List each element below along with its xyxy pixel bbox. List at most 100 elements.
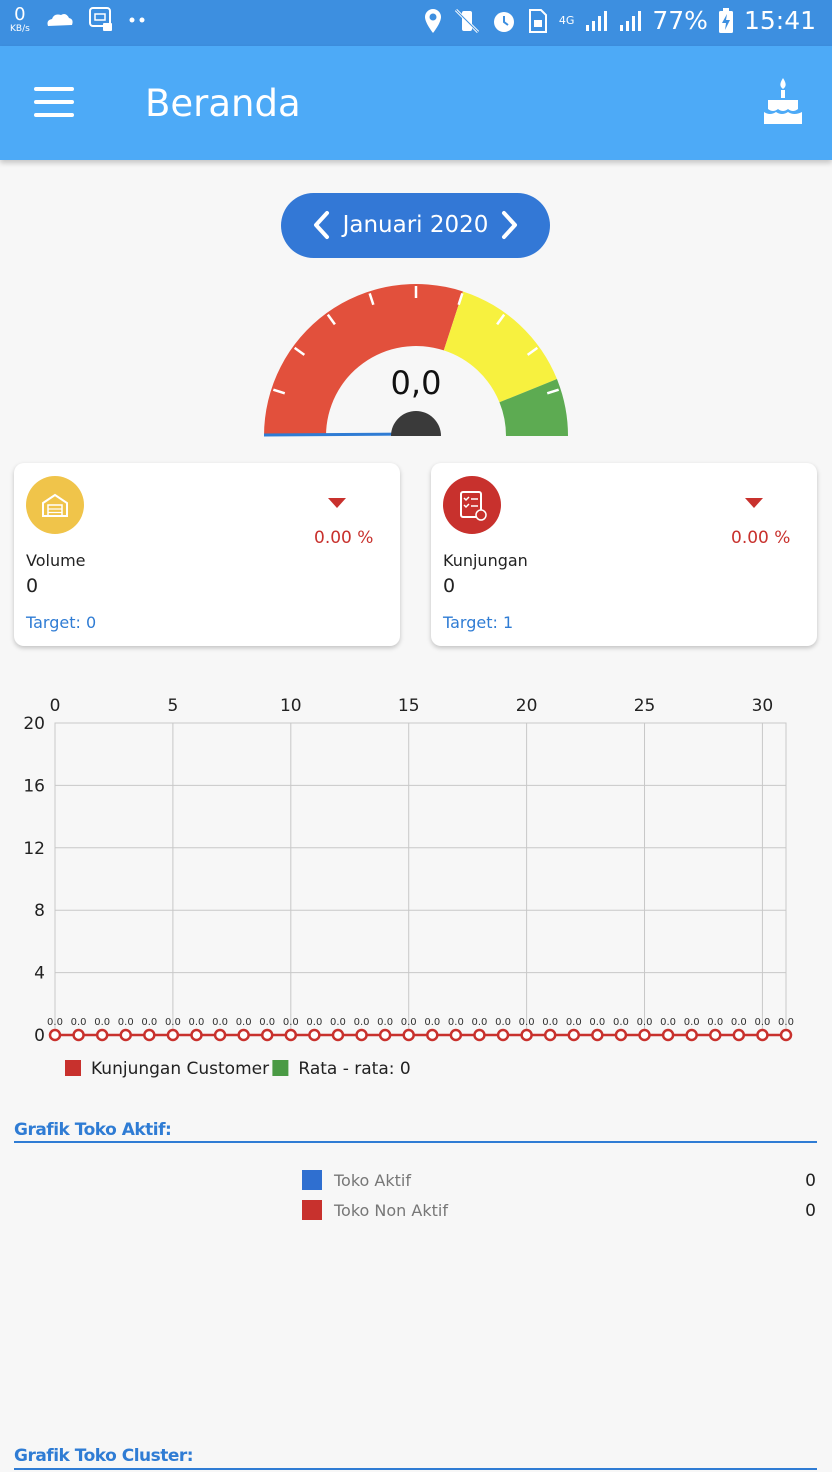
data-point <box>567 1028 581 1042</box>
volume-card[interactable]: 0.00 % Volume 0 Target: 0 <box>14 463 400 646</box>
weather-icon <box>47 14 73 26</box>
vibrate-mute-icon <box>454 8 479 33</box>
data-label: 0.0 <box>566 1017 582 1028</box>
data-point <box>685 1028 698 1042</box>
battery-percent: 77% <box>652 6 708 35</box>
data-label: 0.0 <box>448 1017 464 1028</box>
kunjungan-card[interactable]: 0.00 % Kunjungan 0 Target: 1 <box>431 463 817 646</box>
chevron-right-icon[interactable] <box>494 207 524 243</box>
battery-charging-icon <box>718 7 733 33</box>
legend-swatch <box>272 1060 289 1076</box>
y-tick-label: 8 <box>34 901 45 921</box>
volume-percent: 0.00 % <box>314 528 374 548</box>
data-point <box>355 1028 368 1042</box>
data-label: 0.0 <box>495 1017 511 1028</box>
data-point <box>520 1028 533 1042</box>
trend-down-icon <box>328 498 346 508</box>
legend-label: Rata - rata: 0 <box>298 1059 410 1079</box>
clock: 15:41 <box>743 6 816 35</box>
volume-value: 0 <box>26 575 39 597</box>
y-tick-label: 4 <box>34 964 45 984</box>
y-tick-label: 0 <box>34 1026 45 1046</box>
trend-down-icon <box>745 498 763 508</box>
data-label: 0.0 <box>141 1017 157 1028</box>
kunjungan-target: Target: 1 <box>443 613 514 632</box>
data-point <box>591 1028 604 1042</box>
data-label: 0.0 <box>519 1017 535 1028</box>
location-icon <box>424 8 441 33</box>
data-point <box>496 1028 510 1042</box>
data-label: 0.0 <box>165 1017 181 1028</box>
toko-non-aktif-legend: Toko Non Aktif <box>302 1200 448 1220</box>
x-tick-label: 30 <box>752 696 774 716</box>
kunjungan-line-chart: 0 5 10 15 20 25 30 0 4 8 12 16 20 0.0 0.0 0.0 0.0 0.0 0.0 0… <box>0 680 832 1090</box>
data-point <box>756 1028 769 1042</box>
status-bar: 0 KB/s 4G 77% 15:41 <box>0 0 832 46</box>
data-point <box>308 1028 321 1042</box>
y-tick-label: 20 <box>23 714 45 734</box>
data-label: 0.0 <box>47 1017 63 1028</box>
toko-non-aktif-swatch <box>302 1200 322 1220</box>
data-point <box>331 1028 345 1042</box>
warehouse-icon <box>26 476 84 534</box>
x-tick-label: 10 <box>280 696 302 716</box>
toko-non-aktif-value: 0 <box>805 1201 816 1221</box>
data-label: 0.0 <box>94 1017 110 1028</box>
toko-cluster-title: Grafik Toko Cluster: <box>14 1446 194 1466</box>
status-left: 0 KB/s <box>10 6 148 34</box>
toko-aktif-label: Toko Aktif <box>334 1170 411 1190</box>
data-point <box>72 1028 85 1042</box>
gauge-chart <box>263 284 568 437</box>
month-selector: Januari 2020 <box>281 193 550 258</box>
data-point <box>95 1028 109 1042</box>
data-point <box>402 1028 415 1042</box>
signal-icon-1 <box>586 10 608 31</box>
data-point <box>614 1028 628 1042</box>
data-label: 0.0 <box>613 1017 629 1028</box>
network-speed-unit: KB/s <box>10 24 30 34</box>
birthday-cake-icon[interactable] <box>762 76 804 126</box>
toko-aktif-divider <box>14 1141 817 1143</box>
toko-non-aktif-label: Toko Non Aktif <box>334 1200 448 1220</box>
chart-plot-area <box>54 722 787 1036</box>
data-label: 0.0 <box>330 1017 346 1028</box>
data-point <box>260 1028 274 1042</box>
data-point <box>638 1028 651 1042</box>
secure-message-icon <box>88 7 112 31</box>
data-label: 0.0 <box>754 1017 770 1028</box>
line-chart-svg: 0 5 10 15 20 25 30 0 4 8 12 16 20 0.0 0.0 0.0 0.0 0.0 0.0 0… <box>23 696 794 1079</box>
data-point <box>426 1028 439 1042</box>
data-label: 0.0 <box>236 1017 252 1028</box>
menu-icon[interactable] <box>34 87 74 117</box>
data-label: 0.0 <box>377 1017 393 1028</box>
kunjungan-label: Kunjungan <box>443 551 528 570</box>
data-point <box>119 1028 132 1042</box>
data-label: 0.0 <box>660 1017 676 1028</box>
data-point <box>284 1028 298 1042</box>
volume-label: Volume <box>26 551 86 570</box>
data-point <box>190 1028 203 1042</box>
data-label: 0.0 <box>471 1017 487 1028</box>
data-point <box>732 1028 746 1042</box>
data-label: 0.0 <box>189 1017 205 1028</box>
x-tick-label: 0 <box>50 696 61 716</box>
kunjungan-percent: 0.00 % <box>731 528 791 548</box>
volume-target: Target: 0 <box>26 613 97 632</box>
kunjungan-value: 0 <box>443 575 456 597</box>
data-label: 0.0 <box>684 1017 700 1028</box>
network-speed: 0 KB/s <box>10 4 30 35</box>
data-label: 0.0 <box>354 1017 370 1028</box>
network-speed-value: 0 <box>14 4 26 25</box>
toko-aktif-swatch <box>302 1170 322 1190</box>
data-point <box>143 1028 156 1042</box>
signal-icon-2 <box>620 10 642 31</box>
network-type: 4G <box>558 14 575 27</box>
y-tick-label: 16 <box>23 776 45 796</box>
legend-label: Kunjungan Customer <box>91 1059 269 1079</box>
toko-cluster-divider <box>14 1468 817 1470</box>
data-label: 0.0 <box>731 1017 747 1028</box>
data-label: 0.0 <box>589 1017 605 1028</box>
data-point <box>378 1028 392 1042</box>
data-label: 0.0 <box>71 1017 87 1028</box>
data-label: 0.0 <box>306 1017 322 1028</box>
